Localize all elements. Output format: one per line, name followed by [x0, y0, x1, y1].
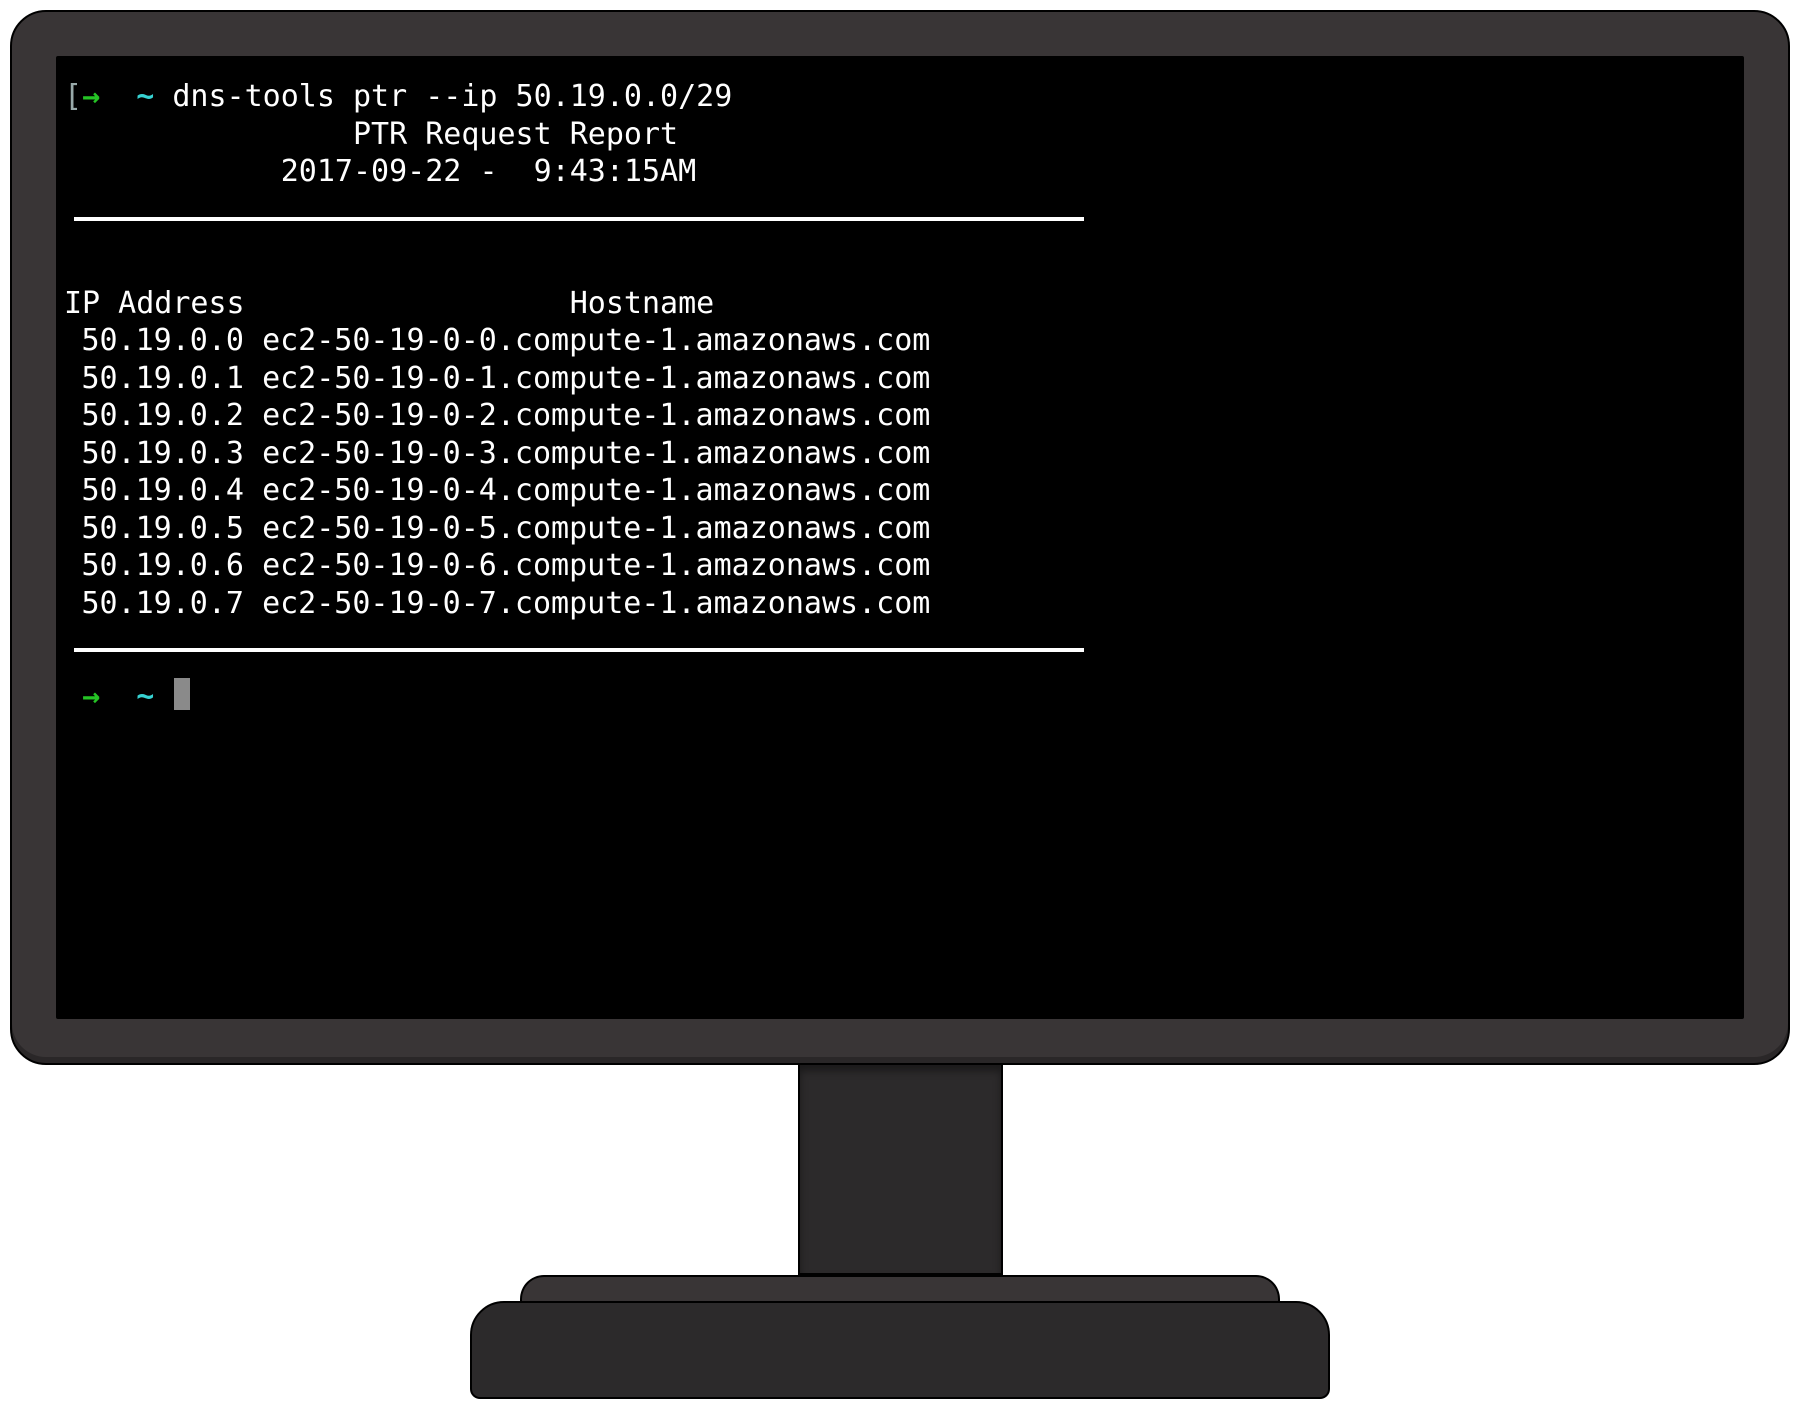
- table-row: 50.19.0.2 ec2-50-19-0-2.compute-1.amazon…: [64, 397, 1736, 435]
- table-row: 50.19.0.7 ec2-50-19-0-7.compute-1.amazon…: [64, 585, 1736, 623]
- command-text: dns-tools ptr --ip 50.19.0.0/29: [172, 79, 732, 114]
- cell-hostname: ec2-50-19-0-1.compute-1.amazonaws.com: [262, 361, 930, 396]
- report-datetime: 2017-09-22 - 9:43:15AM: [64, 153, 1736, 191]
- cell-hostname: ec2-50-19-0-0.compute-1.amazonaws.com: [262, 323, 930, 358]
- monitor-stand-base: [470, 1301, 1330, 1399]
- monitor-frame: [→ ~ dns-tools ptr --ip 50.19.0.0/29 PTR…: [10, 10, 1790, 1065]
- cell-ip: 50.19.0.3: [64, 435, 244, 473]
- divider-top: [74, 217, 1084, 221]
- cell-ip: 50.19.0.1: [64, 360, 244, 398]
- table-body: 50.19.0.0 ec2-50-19-0-0.compute-1.amazon…: [64, 322, 1736, 622]
- cell-ip: 50.19.0.0: [64, 322, 244, 360]
- cell-ip: 50.19.0.2: [64, 397, 244, 435]
- monitor-illustration: [→ ~ dns-tools ptr --ip 50.19.0.0/29 PTR…: [10, 10, 1790, 1399]
- header-ip: IP Address: [64, 286, 245, 321]
- table-row: 50.19.0.0 ec2-50-19-0-0.compute-1.amazon…: [64, 322, 1736, 360]
- blank-line: [64, 247, 1736, 285]
- cell-ip: 50.19.0.4: [64, 472, 244, 510]
- bracket-open: [: [64, 79, 82, 114]
- tilde-icon: ~: [136, 79, 154, 114]
- cell-hostname: ec2-50-19-0-4.compute-1.amazonaws.com: [262, 473, 930, 508]
- report-title: PTR Request Report: [64, 116, 1736, 154]
- table-row: 50.19.0.6 ec2-50-19-0-6.compute-1.amazon…: [64, 547, 1736, 585]
- cell-hostname: ec2-50-19-0-2.compute-1.amazonaws.com: [262, 398, 930, 433]
- monitor-stand-neck: [798, 1065, 1003, 1275]
- cell-hostname: ec2-50-19-0-7.compute-1.amazonaws.com: [262, 586, 930, 621]
- tilde-icon: ~: [136, 679, 154, 714]
- table-headers: IP Address Hostname: [64, 285, 1736, 323]
- prompt-line-1: [→ ~ dns-tools ptr --ip 50.19.0.0/29: [64, 78, 1736, 116]
- table-row: 50.19.0.4 ec2-50-19-0-4.compute-1.amazon…: [64, 472, 1736, 510]
- cell-ip: 50.19.0.5: [64, 510, 244, 548]
- table-row: 50.19.0.1 ec2-50-19-0-1.compute-1.amazon…: [64, 360, 1736, 398]
- arrow-icon: →: [82, 679, 100, 714]
- arrow-icon: →: [82, 79, 100, 114]
- cell-ip: 50.19.0.7: [64, 585, 244, 623]
- cell-hostname: ec2-50-19-0-5.compute-1.amazonaws.com: [262, 511, 930, 546]
- divider-bottom: [74, 648, 1084, 652]
- cursor-block: [174, 678, 190, 710]
- cell-hostname: ec2-50-19-0-3.compute-1.amazonaws.com: [262, 436, 930, 471]
- header-hostname: Hostname: [570, 286, 715, 321]
- cell-ip: 50.19.0.6: [64, 547, 244, 585]
- monitor-stand-top: [520, 1275, 1280, 1303]
- cell-hostname: ec2-50-19-0-6.compute-1.amazonaws.com: [262, 548, 930, 583]
- prompt-line-2[interactable]: → ~: [64, 678, 1736, 716]
- table-row: 50.19.0.5 ec2-50-19-0-5.compute-1.amazon…: [64, 510, 1736, 548]
- table-row: 50.19.0.3 ec2-50-19-0-3.compute-1.amazon…: [64, 435, 1736, 473]
- terminal-screen[interactable]: [→ ~ dns-tools ptr --ip 50.19.0.0/29 PTR…: [56, 56, 1744, 1019]
